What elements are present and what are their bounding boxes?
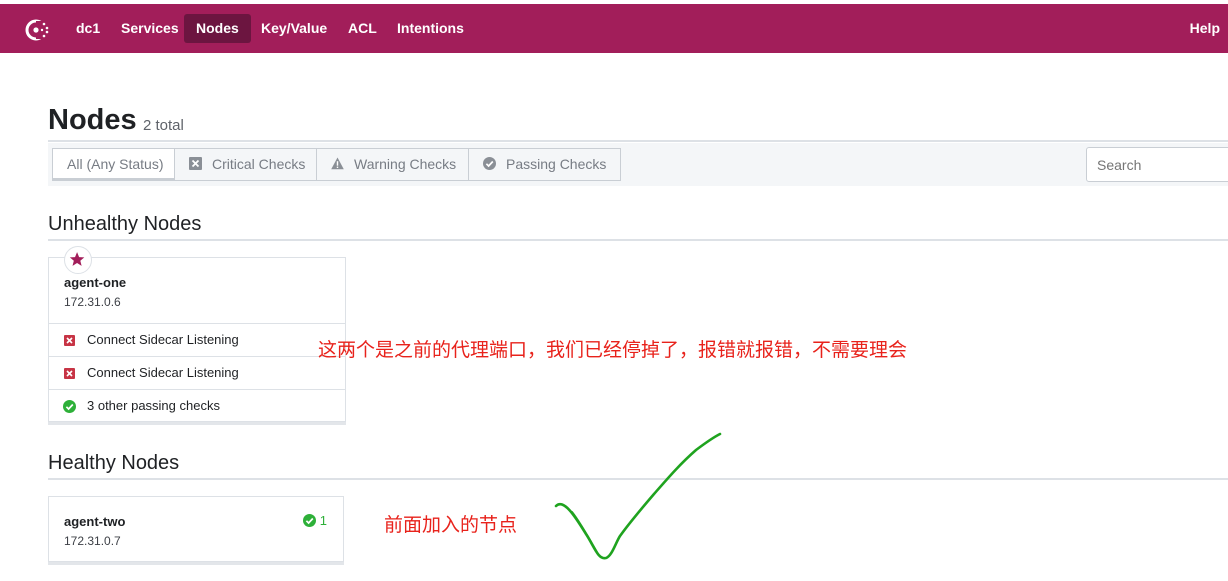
filter-critical-label: Critical Checks [212, 156, 306, 172]
check-label: 3 other passing checks [87, 398, 220, 413]
node-name: agent-one [64, 275, 127, 290]
nav-intentions[interactable]: Intentions [385, 14, 476, 43]
annotation-ports-note: 这两个是之前的代理端口，我们已经停掉了，报错就报错，不需要理会 [318, 339, 908, 361]
node-card-agent-two[interactable]: agent-two 172.31.0.7 1 [48, 496, 344, 562]
check-label: Connect Sidecar Listening [87, 332, 239, 347]
consul-logo-icon[interactable] [24, 16, 52, 44]
health-check-row: 3 other passing checks [49, 389, 345, 422]
annotation-new-node-note: 前面加入的节点 [384, 514, 518, 536]
search-input[interactable] [1086, 147, 1228, 182]
nav-key-value[interactable]: Key/Value [249, 14, 339, 43]
check-label: Connect Sidecar Listening [87, 365, 239, 380]
node-address: 172.31.0.6 [64, 295, 121, 309]
passing-check-icon [63, 400, 76, 413]
passing-count: 1 [319, 513, 327, 528]
check-circle-icon [483, 157, 496, 170]
nav-nodes[interactable]: Nodes [184, 14, 251, 43]
filter-passing-label: Passing Checks [506, 156, 607, 172]
warning-triangle-icon [331, 157, 344, 170]
filter-all-status[interactable]: All (Any Status) [52, 148, 179, 181]
node-name: agent-two [64, 514, 126, 529]
header-divider [48, 140, 1228, 142]
nav-services[interactable]: Services [109, 14, 191, 43]
filter-critical[interactable]: Critical Checks [174, 148, 321, 181]
node-address: 172.31.0.7 [64, 534, 121, 548]
passing-check-icon [302, 514, 316, 527]
critical-x-icon [64, 368, 75, 379]
health-check-row: Connect Sidecar Listening [49, 356, 345, 389]
nav-acl[interactable]: ACL [336, 14, 389, 43]
passing-count-badge: 1 [302, 513, 327, 528]
critical-x-icon [64, 335, 75, 346]
node-card-agent-one[interactable]: agent-one 172.31.0.6 Connect Sidecar Lis… [48, 246, 346, 422]
x-square-icon [189, 157, 202, 170]
filter-all-label: All (Any Status) [67, 156, 164, 172]
star-icon [69, 252, 85, 266]
top-navigation-bar: dc1 Services Nodes Key/Value ACL Intenti… [0, 4, 1228, 53]
healthy-nodes-heading: Healthy Nodes [48, 452, 180, 474]
leader-badge [64, 246, 92, 274]
node-count: 2 total [143, 117, 184, 134]
page-title: Nodes [48, 104, 137, 136]
health-check-row: Connect Sidecar Listening [49, 323, 345, 356]
green-checkmark-scribble [554, 432, 722, 560]
filter-warning-label: Warning Checks [354, 156, 457, 172]
datacenter-selector[interactable]: dc1 [64, 14, 112, 43]
filter-warning[interactable]: Warning Checks [316, 148, 472, 181]
unhealthy-divider [48, 239, 1228, 241]
nav-help[interactable]: Help [1190, 14, 1220, 43]
unhealthy-nodes-heading: Unhealthy Nodes [48, 213, 202, 235]
filter-passing[interactable]: Passing Checks [468, 148, 622, 181]
